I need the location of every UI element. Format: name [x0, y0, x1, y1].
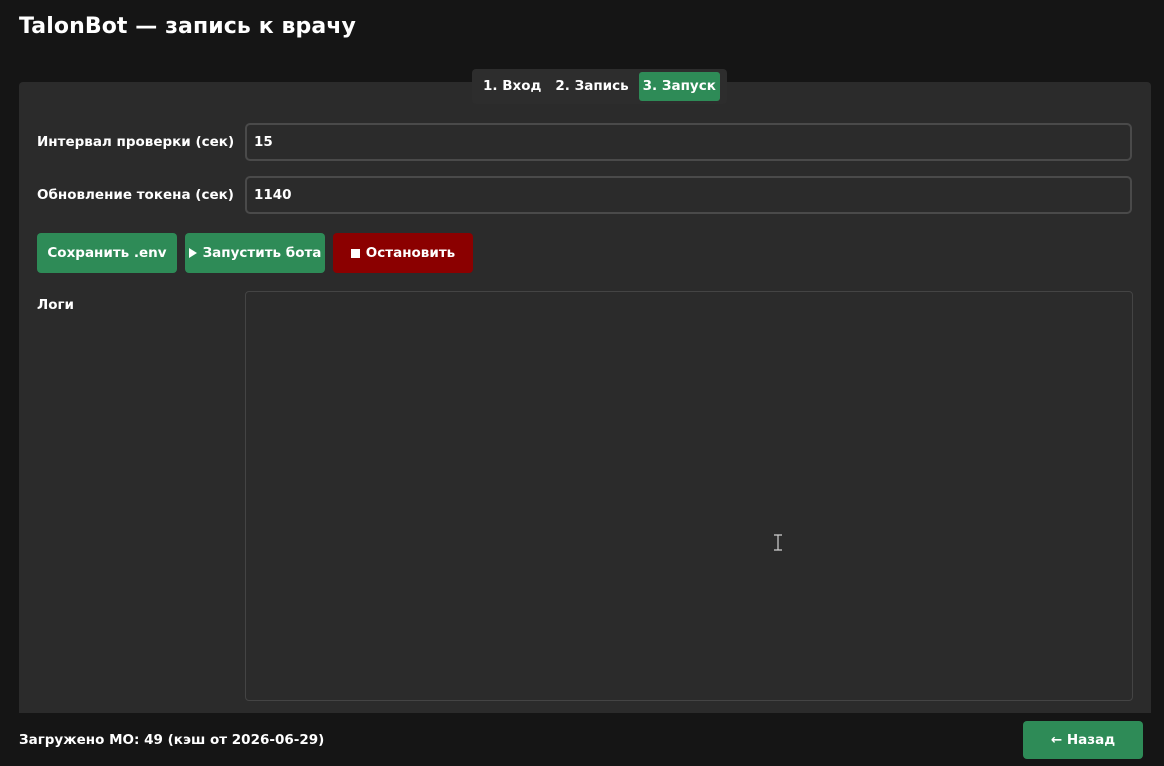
start-bot-label: Запустить бота [202, 245, 322, 261]
back-button[interactable]: ← Назад [1023, 721, 1143, 759]
stop-button[interactable]: Остановить [333, 233, 473, 273]
status-text: Загружено МО: 49 (кэш от 2026-06-29) [19, 732, 325, 748]
play-icon [188, 248, 197, 258]
interval-input[interactable] [245, 123, 1132, 161]
stop-label: Остановить [365, 245, 456, 261]
logs-textarea[interactable] [245, 291, 1133, 701]
tab-bar: 1. Вход 2. Запись 3. Запуск [472, 69, 727, 104]
app-window: TalonBot — запись к врачу 1. Вход 2. Зап… [0, 0, 1164, 766]
token-refresh-input[interactable] [245, 176, 1132, 214]
save-env-button[interactable]: Сохранить .env [37, 233, 177, 273]
token-refresh-label: Обновление токена (сек) [37, 187, 234, 203]
stop-icon [350, 248, 360, 258]
logs-label: Логи [37, 297, 74, 313]
tab-booking[interactable]: 2. Запись [551, 72, 632, 101]
tab-login[interactable]: 1. Вход [479, 72, 545, 101]
window-title: TalonBot — запись к врачу [19, 14, 356, 39]
tab-launch[interactable]: 3. Запуск [638, 72, 720, 101]
interval-label: Интервал проверки (сек) [37, 134, 235, 150]
start-bot-button[interactable]: Запустить бота [185, 233, 325, 273]
save-env-label: Сохранить .env [47, 245, 167, 261]
